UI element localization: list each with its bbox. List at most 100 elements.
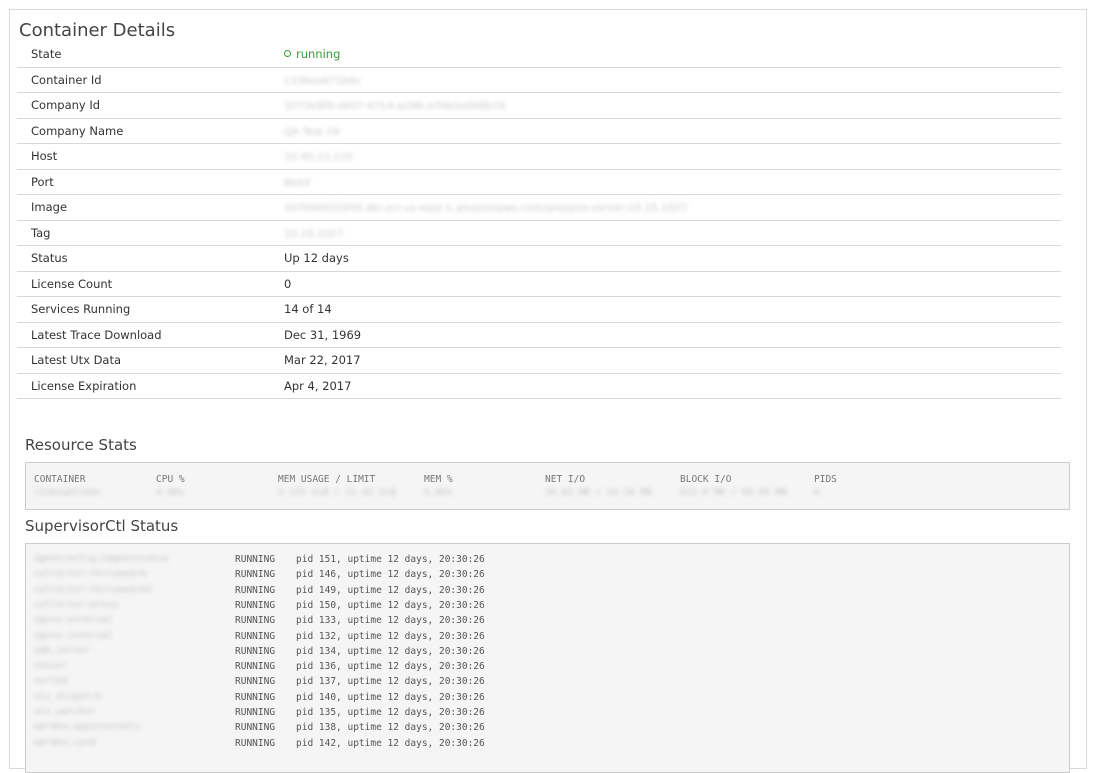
detail-row-container-id: Container Id 1336aa671b9c (17, 68, 1061, 93)
detail-value: Mar 22, 2017 (284, 353, 361, 368)
process-state: RUNNING (235, 707, 276, 718)
process-name: collector:proxy (34, 599, 119, 610)
process-state: RUNNING (235, 630, 276, 642)
detail-row-services-running: Services Running 14 of 14 (17, 297, 1061, 323)
supervisor-row: sorted RUNNING pid 137, uptime 12 days, 20… (26, 676, 1069, 691)
redacted-value: QA Test 19 (284, 126, 340, 138)
detail-key: Company Id (31, 98, 101, 113)
process-state: RUNNING (235, 645, 276, 657)
details-table: State running Container Id 1336aa671b9c Comp… (17, 42, 1061, 399)
detail-row-port: Port 8043 (17, 170, 1061, 195)
process-name: collector:ferryaware2 (34, 584, 152, 595)
status-badge: running (284, 47, 340, 61)
detail-row-company-name: Company Name QA Test 19 (17, 119, 1061, 144)
detail-row-image: Image 347000031850.dkr.ecr.us-east-1.amaz… (17, 195, 1061, 221)
status-text: running (296, 47, 341, 62)
detail-value: running (284, 47, 1061, 61)
detail-key: Image (31, 200, 68, 215)
supervisor-status-title: SupervisorCtl Status (25, 517, 179, 535)
detail-row-company-id: Company Id 3273e9f9-d457-4714-a286-a70b2e… (17, 93, 1061, 119)
supervisor-row: nginx:external RUNNING pid 133, uptime 12 … (26, 615, 1069, 630)
process-info: pid 137, uptime 12 days, 20:30:26 (296, 676, 485, 688)
detail-value: 10.45.12.125 (284, 149, 1061, 163)
stats-header: MEM % (424, 474, 453, 485)
redacted-value: 347000031850.dkr.ecr.us-east-1.amazonaws… (284, 203, 688, 215)
stats-header: BLOCK I/O (680, 474, 732, 485)
process-name: sessor (34, 661, 68, 672)
process-state: RUNNING (235, 599, 276, 611)
process-info: pid 135, uptime 12 days, 20:30:26 (296, 707, 485, 718)
detail-value: 14 of 14 (284, 302, 332, 317)
process-state: RUNNING (235, 676, 276, 688)
resource-stats-box: CONTAINER CPU % MEM USAGE / LIMIT MEM % NET … (25, 462, 1070, 510)
redacted-value: 10.15.1027 (284, 228, 344, 240)
process-name: utx_dispatch (34, 691, 102, 702)
redacted-value: 3273e9f9-d457-4714-a286-a70b2e008b19 (284, 101, 506, 113)
detail-row-latest-utx-data: Latest Utx Data Mar 22, 2017 (17, 348, 1061, 374)
detail-key: License Expiration (31, 378, 137, 393)
detail-key: Tag (31, 225, 51, 240)
process-name: odb_server (34, 645, 91, 656)
redacted-value: 8043 (284, 177, 311, 189)
detail-value: Dec 31, 1969 (284, 327, 362, 342)
process-state: RUNNING (235, 691, 276, 703)
stats-value: 1336aa671b9c (34, 488, 102, 498)
process-info: pid 146, uptime 12 days, 20:30:26 (296, 569, 485, 581)
detail-key: Latest Trace Download (31, 327, 162, 342)
process-state: RUNNING (235, 554, 276, 565)
detail-value: 10.15.1027 (284, 226, 1061, 240)
detail-key: Host (31, 149, 58, 164)
process-info: pid 149, uptime 12 days, 20:30:26 (296, 584, 485, 596)
stats-value: 6.86% (424, 488, 453, 498)
process-name: nginx:external (34, 615, 113, 626)
process-name: sorted (34, 676, 68, 687)
process-name: nginx:internal (34, 630, 113, 641)
stats-value: 0 (814, 488, 820, 498)
supervisor-row: collector:proxy RUNNING pid 150, uptime 12… (26, 600, 1069, 615)
status-dot-icon (284, 50, 291, 58)
stats-header: CPU % (156, 474, 185, 485)
stats-value: 615.9 MB / 98.05 MB (680, 488, 787, 498)
detail-row-tag: Tag 10.15.1027 (17, 221, 1061, 246)
supervisor-row: sessor RUNNING pid 136, uptime 12 days, 20… (26, 661, 1069, 676)
process-state: RUNNING (235, 722, 276, 734)
process-info: pid 133, uptime 12 days, 20:30:26 (296, 615, 485, 627)
page-title: Container Details (19, 20, 176, 41)
process-info: pid 134, uptime 12 days, 20:30:26 (296, 645, 485, 657)
detail-row-license-expiration: License Expiration Apr 4, 2017 (17, 374, 1061, 399)
supervisor-status-box: agentconfig:nagentstatus RUNNING pid 151, … (25, 543, 1070, 773)
process-name: utx_watcher (34, 707, 96, 717)
detail-value: 1336aa671b9c (284, 73, 1061, 87)
detail-key: State (31, 47, 62, 62)
process-name: warden:card (34, 737, 96, 748)
process-state: RUNNING (235, 569, 276, 581)
supervisor-row: utx_watcher RUNNING pid 135, uptime 12 day… (26, 707, 1069, 722)
process-state: RUNNING (235, 584, 276, 596)
detail-value: 0 (284, 276, 292, 291)
process-info: pid 150, uptime 12 days, 20:30:26 (296, 599, 485, 611)
detail-key: License Count (31, 276, 113, 291)
detail-value: Apr 4, 2017 (284, 378, 352, 393)
resource-stats-title: Resource Stats (25, 436, 137, 454)
stats-header: NET I/O (545, 474, 586, 485)
stats-header: PIDS (814, 474, 837, 485)
process-name: agentconfig:nagentstatus (34, 554, 169, 564)
stats-value: 2.155 GiB / 31.42 GiB (278, 488, 396, 498)
redacted-value: 10.45.12.125 (284, 152, 354, 164)
detail-key: Status (31, 251, 68, 266)
detail-key: Latest Utx Data (31, 353, 122, 368)
supervisor-row: nginx:internal RUNNING pid 132, uptime 12 … (26, 631, 1069, 646)
process-info: pid 151, uptime 12 days, 20:30:26 (296, 554, 485, 565)
supervisor-row: collector:ferryaware RUNNING pid 146, upti… (26, 569, 1069, 584)
detail-row-host: Host 10.45.12.125 (17, 144, 1061, 170)
supervisor-row: odb_server RUNNING pid 134, uptime 12 days… (26, 646, 1069, 661)
stats-value: 4.00% (156, 488, 185, 498)
detail-key: Container Id (31, 72, 102, 87)
supervisor-row: warden:card RUNNING pid 142, uptime 12 day… (26, 738, 1069, 753)
detail-row-license-count: License Count 0 (17, 272, 1061, 297)
detail-row-state: State running (17, 42, 1061, 68)
detail-key: Company Name (31, 123, 124, 138)
process-state: RUNNING (235, 615, 276, 627)
detail-row-latest-trace-download: Latest Trace Download Dec 31, 1969 (17, 323, 1061, 348)
process-info: pid 138, uptime 12 days, 20:30:26 (296, 722, 485, 734)
